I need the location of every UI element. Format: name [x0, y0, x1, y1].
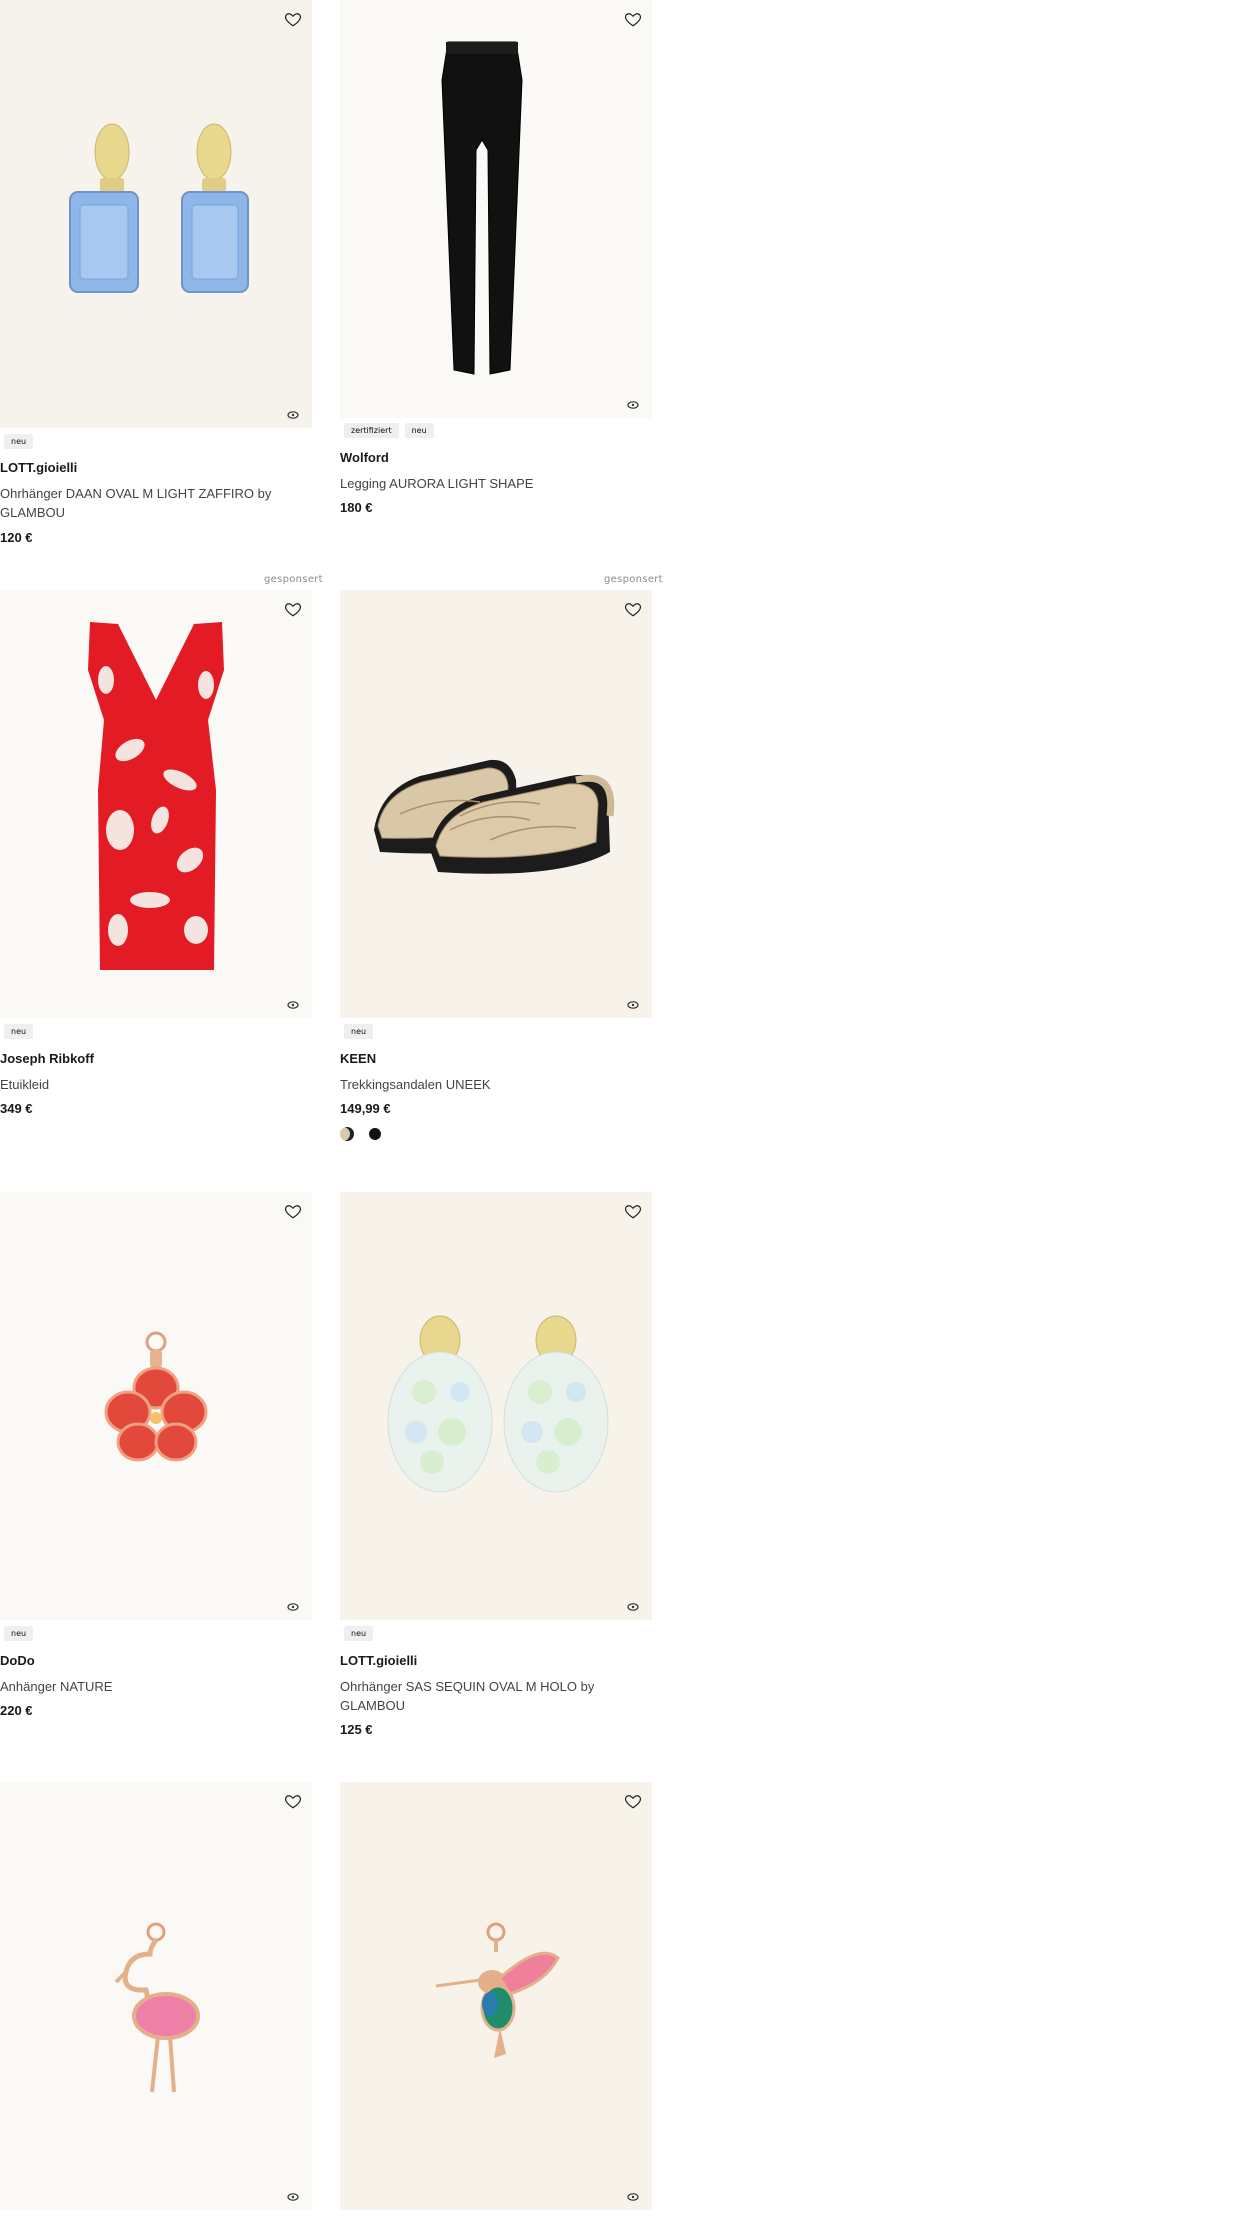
- product-brand[interactable]: Wolford: [340, 450, 389, 465]
- product-image[interactable]: [0, 0, 312, 428]
- swatch-beige[interactable]: [340, 1127, 354, 1141]
- product-price: 120 €: [0, 530, 33, 545]
- holo-sequin-earrings-image: [387, 1315, 609, 1493]
- new-badge: neu: [4, 434, 34, 449]
- product-price: 180 €: [340, 500, 373, 515]
- product-card[interactable]: zertifiziert neu Wolford Legging AURORA …: [340, 0, 652, 560]
- product-brand[interactable]: LOTT.gioielli: [0, 460, 77, 475]
- zoom-icon[interactable]: [286, 1602, 300, 1612]
- product-image[interactable]: [0, 1782, 312, 2210]
- sponsored-label: gesponsert: [264, 574, 323, 585]
- zoom-icon[interactable]: [286, 1000, 300, 1010]
- product-brand[interactable]: DoDo: [0, 1653, 35, 1668]
- product-price: 149,99 €: [340, 1101, 391, 1116]
- heart-outline-icon[interactable]: [624, 600, 642, 618]
- heart-outline-icon[interactable]: [284, 10, 302, 28]
- product-card[interactable]: [340, 1782, 652, 2221]
- product-image[interactable]: [340, 1192, 652, 1620]
- heart-outline-icon[interactable]: [284, 1792, 302, 1810]
- zoom-icon[interactable]: [286, 2192, 300, 2202]
- blue-crystal-earrings-image: [69, 123, 249, 293]
- product-title[interactable]: Ohrhänger SAS SEQUIN OVAL M HOLO by GLAM…: [340, 1677, 640, 1715]
- product-card[interactable]: neu DoDo Anhänger NATURE 220 €: [0, 1192, 312, 1752]
- product-price: 125 €: [340, 1722, 373, 1737]
- product-title[interactable]: Legging AURORA LIGHT SHAPE: [340, 474, 640, 493]
- product-title[interactable]: Ohrhänger DAAN OVAL M LIGHT ZAFFIRO by G…: [0, 484, 300, 522]
- product-image[interactable]: [0, 590, 312, 1018]
- product-brand[interactable]: KEEN: [340, 1051, 376, 1066]
- new-badge: neu: [344, 1024, 374, 1039]
- heart-outline-icon[interactable]: [624, 1202, 642, 1220]
- product-card[interactable]: neu LOTT.gioielli Ohrhänger SAS SEQUIN O…: [340, 1192, 652, 1752]
- product-card[interactable]: [0, 1782, 312, 2221]
- black-leggings-image: [441, 41, 523, 375]
- badge-row: neu: [4, 1024, 34, 1039]
- swatch-black[interactable]: [369, 1128, 381, 1140]
- new-badge: neu: [404, 423, 434, 438]
- product-card[interactable]: neu Joseph Ribkoff Etuikleid 349 €: [0, 590, 312, 1150]
- badge-row: neu: [4, 434, 34, 449]
- new-badge: neu: [344, 1626, 374, 1641]
- product-price: 220 €: [0, 1703, 33, 1718]
- hibiscus-pendant-image: [104, 1331, 208, 1462]
- badge-row: neu: [344, 1024, 374, 1039]
- zoom-icon[interactable]: [626, 2192, 640, 2202]
- product-image[interactable]: [340, 590, 652, 1018]
- flamingo-pendant-image: [114, 1922, 200, 2093]
- product-price: 349 €: [0, 1101, 33, 1116]
- new-badge: neu: [4, 1024, 34, 1039]
- heart-outline-icon[interactable]: [624, 1792, 642, 1810]
- color-swatches: [340, 1127, 382, 1141]
- zoom-icon[interactable]: [626, 1000, 640, 1010]
- zoom-icon[interactable]: [626, 400, 640, 410]
- beige-trekking-sandals-image: [374, 759, 615, 874]
- product-card[interactable]: neu LOTT.gioielli Ohrhänger DAAN OVAL M …: [0, 0, 312, 560]
- certified-badge: zertifiziert: [344, 423, 399, 438]
- badge-row: neu: [344, 1626, 374, 1641]
- product-title[interactable]: Etuikleid: [0, 1075, 300, 1094]
- hummingbird-pendant-image: [435, 1922, 560, 2058]
- badge-row: zertifiziert neu: [344, 423, 434, 438]
- red-floral-dress-image: [88, 622, 224, 970]
- zoom-icon[interactable]: [286, 410, 300, 420]
- product-title[interactable]: Trekkingsandalen UNEEK: [340, 1075, 640, 1094]
- product-image[interactable]: [0, 1192, 312, 1620]
- product-card[interactable]: neu KEEN Trekkingsandalen UNEEK 149,99 €: [340, 590, 652, 1150]
- product-title[interactable]: Anhänger NATURE: [0, 1677, 300, 1696]
- heart-outline-icon[interactable]: [624, 10, 642, 28]
- heart-outline-icon[interactable]: [284, 1202, 302, 1220]
- product-brand[interactable]: LOTT.gioielli: [340, 1653, 417, 1668]
- product-brand[interactable]: Joseph Ribkoff: [0, 1051, 94, 1066]
- product-image[interactable]: [340, 1782, 652, 2210]
- badge-row: neu: [4, 1626, 34, 1641]
- heart-outline-icon[interactable]: [284, 600, 302, 618]
- new-badge: neu: [4, 1626, 34, 1641]
- sponsored-label: gesponsert: [604, 574, 663, 585]
- zoom-icon[interactable]: [626, 1602, 640, 1612]
- product-image[interactable]: [340, 0, 652, 418]
